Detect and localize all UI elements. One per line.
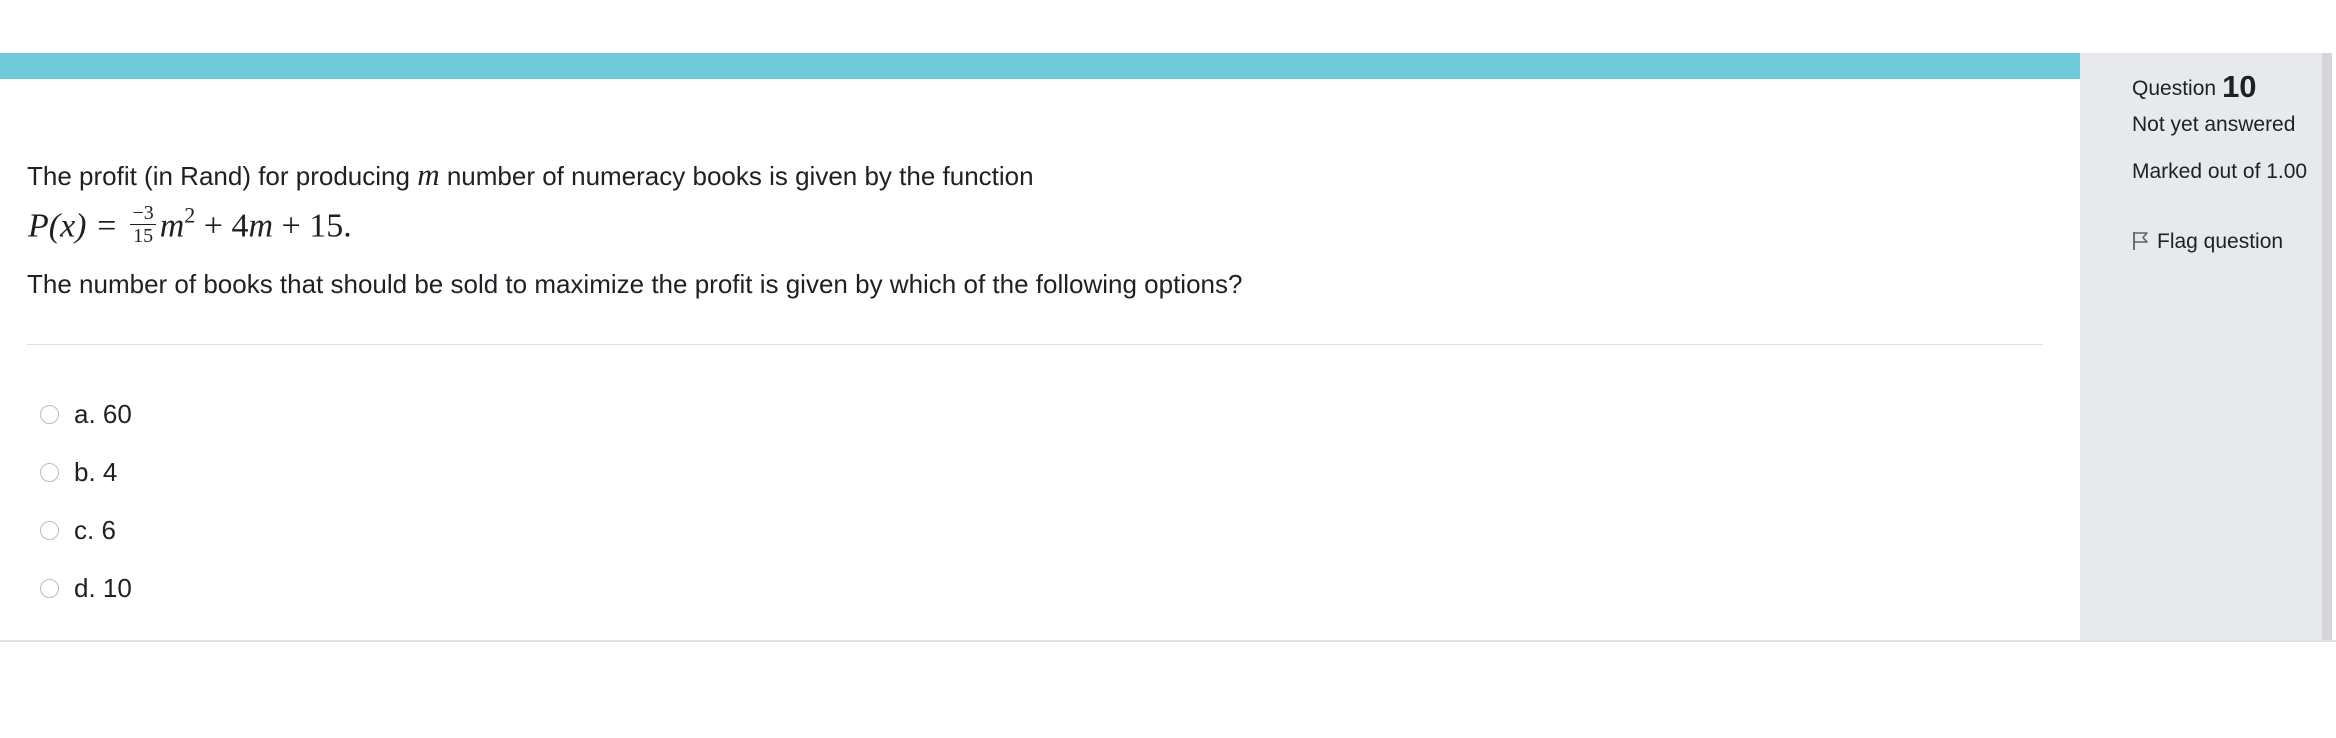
question-info-panel: Question 10 Not yet answered Marked out o…	[2080, 53, 2322, 640]
question-header-bar	[0, 53, 2080, 79]
formula-var-2: m	[248, 207, 274, 245]
flag-question-label: Flag question	[2157, 230, 2284, 253]
answer-divider	[27, 344, 2043, 345]
formula-tail: + 15.	[273, 207, 352, 245]
answer-option-c[interactable]: c. 6	[40, 513, 116, 547]
question-intro-before: The profit (in Rand) for producing	[27, 161, 418, 191]
radio-button[interactable]	[40, 404, 59, 424]
question-intro: The profit (in Rand) for producing m num…	[27, 157, 1034, 193]
question-content: The profit (in Rand) for producing m num…	[0, 79, 2080, 640]
answer-option-a[interactable]: a. 60	[40, 397, 132, 431]
profit-formula: P(x) = −3 15 m2 + 4m + 15.	[28, 203, 352, 250]
fraction-numerator: −3	[130, 202, 156, 225]
question-number-heading: Question 10	[2132, 69, 2257, 105]
question-card: The profit (in Rand) for producing m num…	[0, 53, 2336, 642]
radio-button[interactable]	[40, 520, 59, 540]
flag-icon	[2132, 230, 2157, 253]
formula-plus-term: + 4	[195, 207, 249, 245]
formula-exponent: 2	[184, 202, 196, 228]
question-intro-after: number of numeracy books is given by the…	[439, 161, 1034, 191]
info-panel-edge	[2322, 53, 2332, 640]
formula-lhs: P(x) =	[28, 207, 127, 245]
formula-var: m	[159, 207, 185, 245]
answer-label: a. 60	[74, 398, 132, 429]
question-prompt: The number of books that should be sold …	[27, 269, 1243, 299]
radio-button[interactable]	[40, 462, 59, 482]
formula-fraction: −3 15	[130, 202, 156, 247]
answer-label: c. 6	[74, 514, 116, 545]
answer-label: d. 10	[74, 572, 132, 603]
question-number: 10	[2222, 69, 2257, 104]
fraction-denominator: 15	[133, 225, 154, 247]
radio-button[interactable]	[40, 578, 59, 598]
answer-option-d[interactable]: d. 10	[40, 571, 132, 605]
flag-question-button[interactable]: Flag question	[2132, 230, 2283, 254]
question-grade: Marked out of 1.00	[2132, 160, 2308, 183]
question-state: Not yet answered	[2132, 113, 2296, 136]
answer-label: b. 4	[74, 456, 118, 487]
question-label: Question	[2132, 77, 2217, 100]
question-variable: m	[417, 157, 440, 192]
answer-option-b[interactable]: b. 4	[40, 455, 117, 489]
